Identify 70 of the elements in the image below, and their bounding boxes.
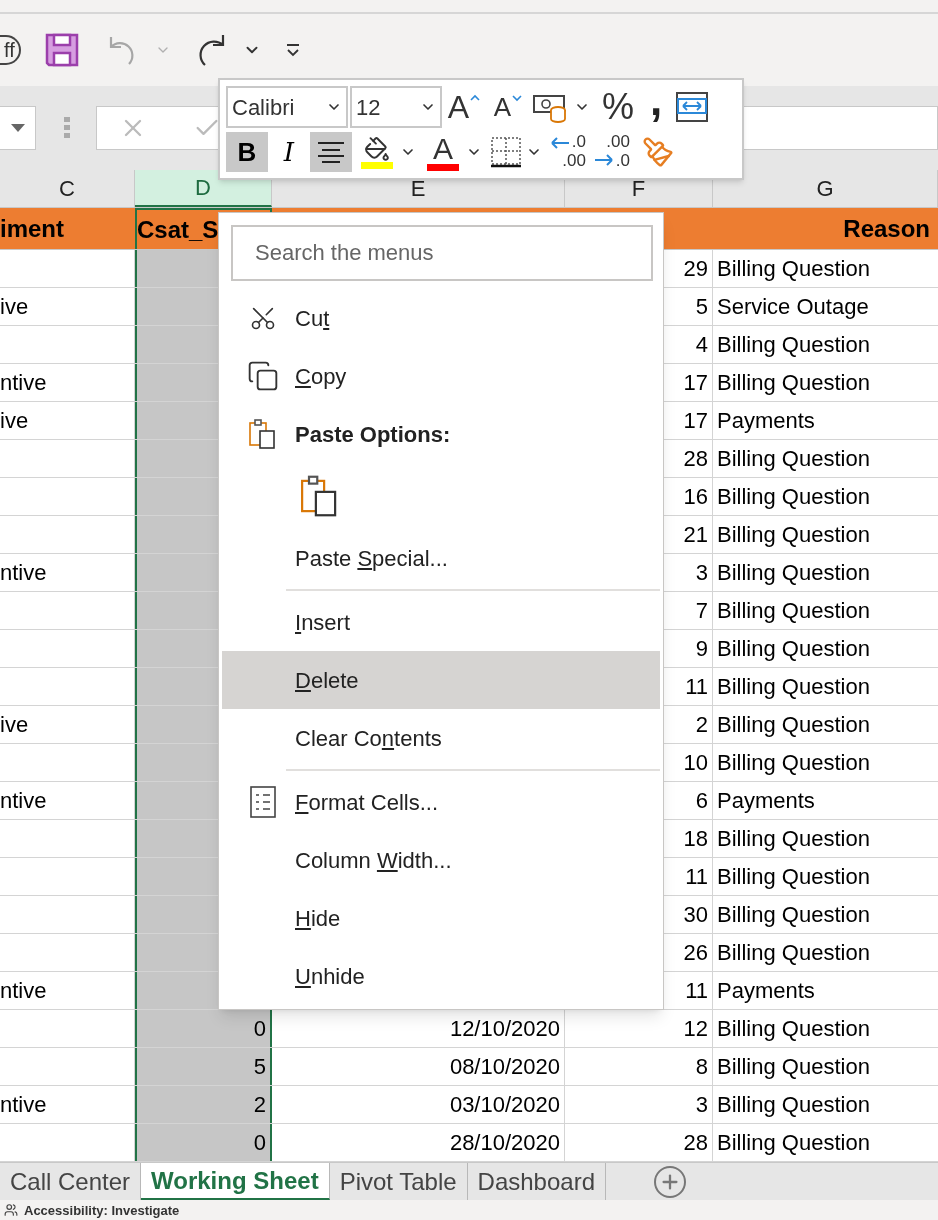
align-center-icon	[317, 140, 345, 164]
center-align-button[interactable]	[310, 132, 352, 172]
table-cell-text: Billing Question	[716, 635, 871, 663]
table-cell-text: Billing Question	[716, 1053, 871, 1081]
grow-font-button[interactable]: A	[442, 87, 486, 127]
table-cell: 8	[565, 1048, 713, 1085]
merge-center-icon[interactable]	[676, 92, 709, 122]
arrow-left-icon	[550, 137, 570, 149]
table-cell: 28/10/2020	[272, 1124, 565, 1161]
table-cell: 08/10/2020	[272, 1048, 565, 1085]
table-cell-text: Billing Question	[716, 711, 871, 739]
accessibility-icon	[4, 1203, 18, 1217]
shrink-font-button[interactable]: A	[486, 87, 530, 127]
comma-style-button[interactable]: ,	[642, 78, 671, 136]
format-cells-icon	[249, 786, 276, 818]
table-cell: 28	[565, 1124, 713, 1161]
sheet-tab[interactable]: Working Sheet	[141, 1163, 330, 1200]
save-icon[interactable]	[44, 33, 79, 67]
table-cell: 3	[565, 1086, 713, 1123]
copy-icon	[246, 360, 279, 392]
table-cell-text: Billing Question	[716, 673, 871, 701]
table-cell-text: Billing Question	[716, 255, 871, 283]
format-painter-icon[interactable]	[642, 136, 674, 168]
table-cell-text: Billing Question	[716, 331, 871, 359]
arrow-right-icon	[594, 154, 614, 166]
caret-up-icon	[470, 94, 481, 102]
dropdown-arrow-icon	[10, 124, 25, 132]
customize-toolbar-icon[interactable]	[284, 42, 301, 58]
bold-button[interactable]: B	[226, 132, 268, 172]
grip-icon	[64, 117, 70, 139]
table-cell-text: Payments	[716, 977, 816, 1005]
table-cell: 0	[135, 1010, 272, 1047]
table-cell-text: Billing Question	[716, 483, 871, 511]
table-cell-text: Payments	[716, 407, 816, 435]
borders-icon[interactable]	[490, 136, 522, 168]
status-text[interactable]: Accessibility: Investigate	[24, 1203, 180, 1217]
percent-button[interactable]: %	[594, 89, 642, 125]
header-cell-text: Reason	[842, 213, 931, 244]
table-cell-text: Billing Question	[716, 1015, 871, 1043]
font-color-button[interactable]: A	[424, 132, 462, 172]
menu-item[interactable]: Delete	[222, 651, 660, 709]
table-cell-text: Billing Question	[716, 901, 871, 929]
table-cell: 5	[135, 1048, 272, 1085]
table-cell-text: Billing Question	[716, 559, 871, 587]
table-cell-text: Billing Question	[716, 939, 871, 967]
add-sheet-button[interactable]	[654, 1165, 686, 1198]
table-cell-text: Billing Question	[716, 445, 871, 473]
table-cell-text: Payments	[716, 787, 816, 815]
font-dropdown[interactable]: Calibri	[226, 86, 348, 128]
table-cell-text: Billing Question	[716, 825, 871, 853]
table-cell-text: Billing Question	[716, 749, 871, 777]
increase-decimal-button[interactable]: .0 .00	[550, 132, 590, 172]
name-box[interactable]	[0, 106, 36, 150]
caret-down-icon	[512, 94, 523, 102]
font-size-dropdown[interactable]: 12	[350, 86, 442, 128]
table-cell-text: Billing Question	[716, 1129, 871, 1157]
search-field[interactable]: Search the menus	[231, 225, 653, 281]
table-cell: 03/10/2020	[272, 1086, 565, 1123]
table-cell: 2	[135, 1086, 272, 1123]
autosave-toggle[interactable]: ff	[0, 35, 21, 65]
table-cell-text: Billing Question	[716, 1091, 871, 1119]
paint-bucket-icon	[364, 135, 390, 162]
table-cell: 0	[135, 1124, 272, 1161]
header-cell-text: iment	[0, 213, 65, 244]
table-cell-text: Service Outage	[716, 293, 870, 321]
table-cell-text: Billing Question	[716, 597, 871, 625]
table-cell-text: Billing Question	[716, 521, 871, 549]
decrease-decimal-button[interactable]: .00 .0	[594, 132, 634, 172]
table-cell-text: Billing Question	[716, 863, 871, 891]
table-cell-text: Billing Question	[716, 369, 871, 397]
